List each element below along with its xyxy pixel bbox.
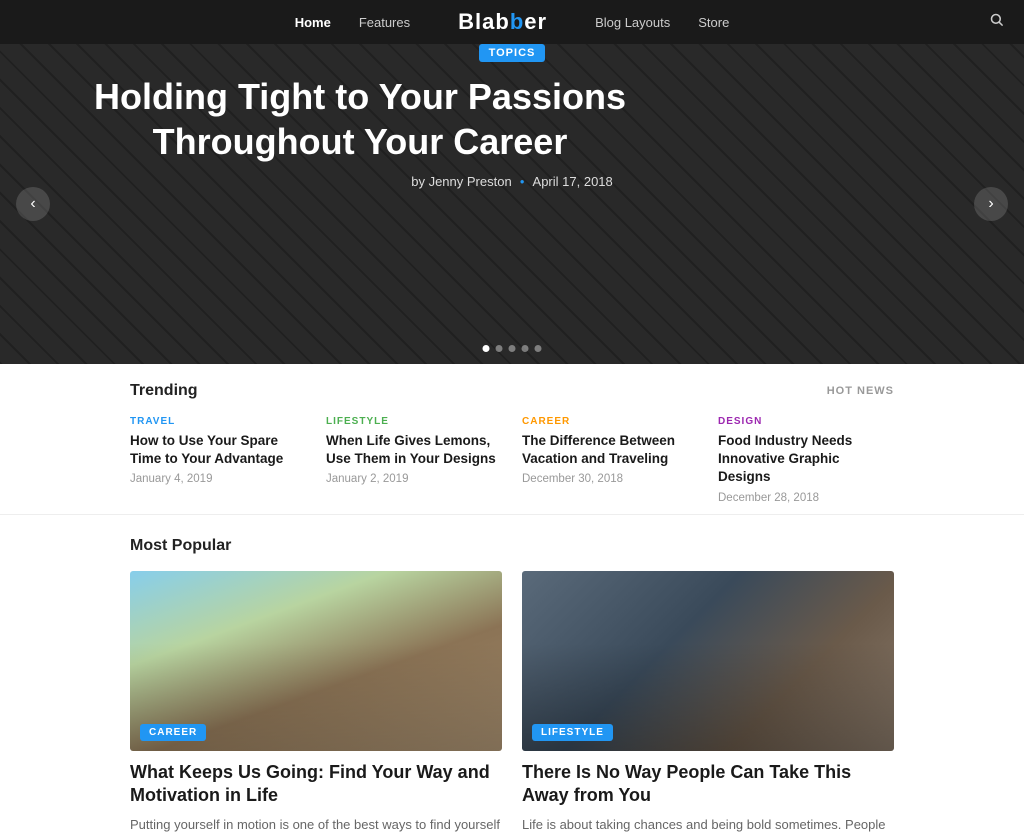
trending-category: CAREER <box>522 416 698 427</box>
nav-blog-layouts[interactable]: Blog Layouts <box>595 15 670 30</box>
navigation: Home Features Blabber Blog Layouts Store <box>0 0 1024 44</box>
hero-author: by Jenny Preston <box>411 174 511 189</box>
popular-card[interactable]: LIFESTYLE There Is No Way People Can Tak… <box>522 571 894 836</box>
nav-links: Home Features Blabber Blog Layouts Store <box>295 9 730 35</box>
trending-item[interactable]: LIFESTYLE When Life Gives Lemons, Use Th… <box>326 416 502 504</box>
nav-features[interactable]: Features <box>359 15 410 30</box>
hero-dot-1[interactable] <box>483 345 490 352</box>
hero-dot-separator: ● <box>520 177 525 186</box>
site-logo: Blabber <box>458 9 547 35</box>
trending-item-date: January 2, 2019 <box>326 473 502 485</box>
hero-slider: ‹ TOPICS Holding Tight to Your Passions … <box>0 44 1024 364</box>
popular-card-image: LIFESTYLE <box>522 571 894 751</box>
most-popular-title: Most Popular <box>130 537 894 555</box>
trending-category: TRAVEL <box>130 416 306 427</box>
logo-accent: b <box>510 9 524 34</box>
popular-card-desc: Life is about taking chances and being b… <box>522 815 894 835</box>
hero-dot-5[interactable] <box>535 345 542 352</box>
nav-home[interactable]: Home <box>295 15 331 30</box>
popular-card-title: What Keeps Us Going: Find Your Way and M… <box>130 761 502 808</box>
trending-item-date: December 28, 2018 <box>718 492 894 504</box>
trending-section: Trending HOT NEWS TRAVEL How to Use Your… <box>0 364 1024 515</box>
hero-content: TOPICS Holding Tight to Your Passions Th… <box>0 44 1024 189</box>
hero-dot-3[interactable] <box>509 345 516 352</box>
card-category-badge: LIFESTYLE <box>532 724 613 741</box>
hero-dot-2[interactable] <box>496 345 503 352</box>
search-icon[interactable] <box>989 12 1004 32</box>
trending-grid: TRAVEL How to Use Your Spare Time to You… <box>130 416 894 504</box>
trending-item-title: Food Industry Needs Innovative Graphic D… <box>718 432 894 487</box>
hero-dot-4[interactable] <box>522 345 529 352</box>
most-popular-section: Most Popular CAREER What Keeps Us Going:… <box>0 515 1024 836</box>
trending-category: DESIGN <box>718 416 894 427</box>
trending-category: LIFESTYLE <box>326 416 502 427</box>
trending-item-date: January 4, 2019 <box>130 473 306 485</box>
nav-store[interactable]: Store <box>698 15 729 30</box>
card-category-badge: CAREER <box>140 724 206 741</box>
hero-meta: by Jenny Preston ● April 17, 2018 <box>60 174 964 189</box>
trending-item[interactable]: TRAVEL How to Use Your Spare Time to You… <box>130 416 306 504</box>
trending-item[interactable]: CAREER The Difference Between Vacation a… <box>522 416 698 504</box>
hero-dots <box>483 345 542 352</box>
popular-card-image: CAREER <box>130 571 502 751</box>
trending-item-title: When Life Gives Lemons, Use Them in Your… <box>326 432 502 468</box>
trending-title: Trending <box>130 382 198 400</box>
hot-news-label: HOT NEWS <box>827 385 894 397</box>
popular-grid: CAREER What Keeps Us Going: Find Your Wa… <box>130 571 894 836</box>
popular-card-desc: Putting yourself in motion is one of the… <box>130 815 502 835</box>
hero-title: Holding Tight to Your Passions Throughou… <box>60 74 660 164</box>
hero-topics-badge: TOPICS <box>479 44 546 62</box>
hero-next-button[interactable]: › <box>974 187 1008 221</box>
trending-item-title: The Difference Between Vacation and Trav… <box>522 432 698 468</box>
trending-item[interactable]: DESIGN Food Industry Needs Innovative Gr… <box>718 416 894 504</box>
trending-item-date: December 30, 2018 <box>522 473 698 485</box>
popular-card-title: There Is No Way People Can Take This Awa… <box>522 761 894 808</box>
trending-header: Trending HOT NEWS <box>130 382 894 400</box>
hero-prev-button[interactable]: ‹ <box>16 187 50 221</box>
hero-date: April 17, 2018 <box>533 174 613 189</box>
trending-item-title: How to Use Your Spare Time to Your Advan… <box>130 432 306 468</box>
popular-card[interactable]: CAREER What Keeps Us Going: Find Your Wa… <box>130 571 502 836</box>
